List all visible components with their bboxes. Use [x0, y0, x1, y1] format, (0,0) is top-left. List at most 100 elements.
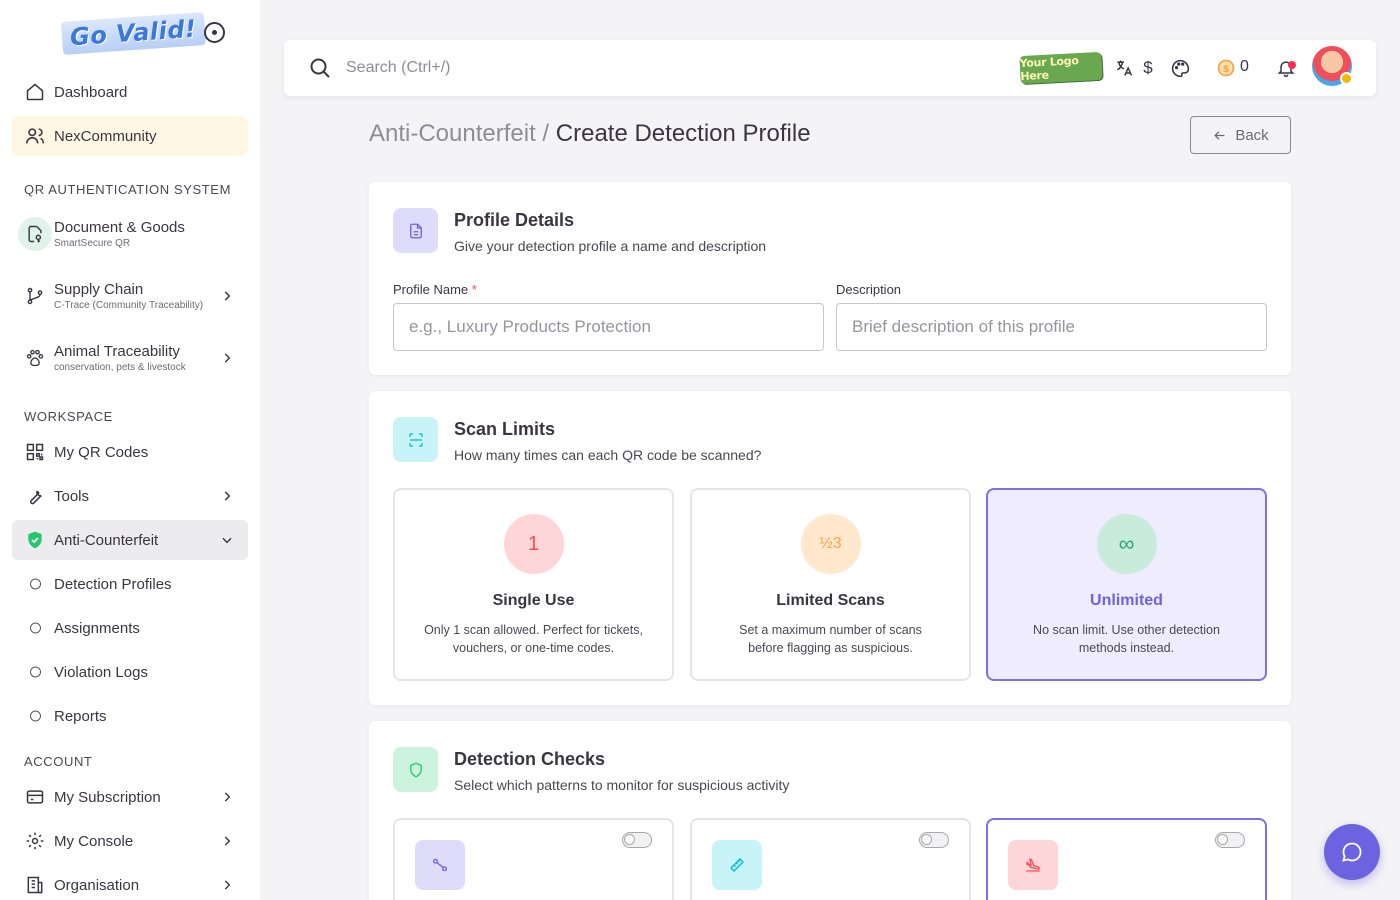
detection-check-ruler[interactable]	[690, 818, 971, 900]
chevron-right-icon	[224, 792, 231, 802]
shield-icon	[393, 747, 438, 792]
section-heading-account: ACCOUNT	[24, 754, 93, 769]
sidebar-item-label: Animal Traceability	[54, 342, 180, 360]
infinity-icon: ∞	[1096, 514, 1157, 574]
credit-card-icon	[24, 786, 46, 808]
users-icon	[24, 125, 46, 147]
scan-option-limited[interactable]: ½3 Limited Scans Set a maximum number of…	[690, 488, 971, 681]
breadcrumb[interactable]: Anti-Counterfeit /	[369, 120, 549, 147]
sidebar-item-sublabel: C-Trace (Community Traceability)	[54, 299, 204, 311]
verified-badge	[1340, 72, 1353, 85]
sidebar-item-label: Dashboard	[54, 83, 128, 101]
number-one-icon: 1	[503, 514, 564, 574]
currency-switcher[interactable]: $	[1136, 56, 1160, 80]
company-logo-placeholder[interactable]: Your Logo Here	[1019, 51, 1103, 85]
coin-balance: 0	[1240, 58, 1249, 75]
sidebar-item-sublabel: conservation, pets & livestock	[54, 361, 186, 373]
card-subtitle: Select which patterns to monitor for sus…	[454, 777, 790, 793]
toggle-knob	[921, 834, 932, 845]
sidebar-item-dashboard[interactable]: Dashboard	[12, 72, 248, 112]
sidebar-subitem-violation-logs[interactable]: Violation Logs	[12, 652, 248, 692]
sidebar-item-supply-chain[interactable]: Supply Chain C-Trace (Community Traceabi…	[12, 267, 248, 325]
brand-logo-text: Go Valid!	[69, 14, 198, 51]
search-input[interactable]	[346, 54, 746, 82]
circle-icon	[30, 622, 41, 634]
sidebar-subitem-label: Detection Profiles	[54, 575, 172, 593]
translate-icon[interactable]	[1112, 56, 1136, 80]
toggle-switch[interactable]	[622, 832, 652, 848]
profile-name-label-text: Profile Name	[393, 282, 469, 297]
sidebar-item-animal-traceability[interactable]: Animal Traceability conservation, pets &…	[12, 329, 248, 387]
coin-icon[interactable]: $	[1214, 56, 1238, 80]
search-icon[interactable]	[308, 56, 332, 80]
qr-code-icon	[24, 441, 46, 463]
sidebar-item-label: Document & Goods	[54, 218, 185, 236]
circle-icon	[30, 666, 41, 678]
branch-icon	[24, 285, 46, 307]
detection-check-travel[interactable]	[986, 818, 1267, 900]
chevron-right-icon	[224, 353, 231, 363]
option-title: Single Use	[492, 592, 575, 609]
sidebar-item-label: My Subscription	[54, 788, 161, 806]
option-symbol: 1	[527, 532, 540, 555]
card-title: Profile Details	[454, 210, 575, 230]
card-title: Scan Limits	[454, 419, 556, 439]
sidebar-item-document-goods[interactable]: Document & Goods SmartSecure QR	[12, 205, 248, 263]
sidebar-item-anti-counterfeit[interactable]: Anti-Counterfeit	[12, 520, 248, 560]
sidebar-subitem-reports[interactable]: Reports	[12, 696, 248, 736]
detection-checks-card: Detection Checks Select which patterns t…	[369, 721, 1291, 900]
option-description: Set a maximum number of scans before fla…	[739, 623, 922, 655]
brand-logo[interactable]: Go Valid!	[61, 11, 206, 55]
building-icon	[24, 874, 46, 896]
profile-name-input[interactable]	[393, 303, 824, 351]
scan-icon	[393, 417, 438, 462]
chevron-right-icon	[224, 491, 231, 501]
page-title: Anti-Counterfeit / Create Detection Prof…	[369, 120, 811, 148]
toggle-switch[interactable]	[919, 832, 949, 848]
shield-check-icon	[24, 529, 46, 551]
option-symbol: ∞	[1118, 531, 1135, 556]
numbers-icon: ½3	[800, 514, 861, 574]
scan-option-unlimited[interactable]: ∞ Unlimited No scan limit. Use other det…	[986, 488, 1267, 681]
chat-support-button[interactable]	[1324, 824, 1380, 880]
sidebar-item-organisation[interactable]: Organisation	[12, 865, 248, 900]
option-description: No scan limit. Use other detection metho…	[1033, 623, 1220, 655]
description-input[interactable]	[836, 303, 1267, 351]
chevron-down-icon	[222, 537, 232, 544]
svg-text:$: $	[1223, 64, 1230, 75]
plane-landing-icon	[1008, 840, 1058, 890]
sidebar-subitem-detection-profiles[interactable]: Detection Profiles	[12, 564, 248, 604]
back-button[interactable]: Back	[1190, 116, 1291, 154]
detection-check-location[interactable]	[393, 818, 674, 900]
sidebar-subitem-label: Assignments	[54, 619, 140, 637]
sidebar-item-community[interactable]: NexCommunity	[12, 116, 248, 156]
page-title-text: Create Detection Profile	[555, 120, 811, 147]
sidebar-item-my-console[interactable]: My Console	[12, 821, 248, 861]
scan-limits-card: Scan Limits How many times can each QR c…	[369, 391, 1291, 705]
route-icon	[415, 840, 465, 890]
chevron-right-icon	[224, 291, 231, 301]
sidebar-subitem-assignments[interactable]: Assignments	[12, 608, 248, 648]
palette-icon[interactable]	[1168, 56, 1192, 80]
toggle-switch[interactable]	[1215, 832, 1245, 848]
circle-icon	[30, 578, 41, 590]
sidebar-item-tools[interactable]: Tools	[12, 476, 248, 516]
document-icon	[393, 208, 438, 253]
sidebar-item-label: Tools	[54, 487, 90, 505]
chevron-right-icon	[224, 836, 231, 846]
document-key-icon	[18, 217, 52, 251]
gear-icon	[24, 830, 46, 852]
required-mark: *	[471, 282, 477, 297]
scan-option-single-use[interactable]: 1 Single Use Only 1 scan allowed. Perfec…	[393, 488, 674, 681]
sidebar-item-label: My Console	[54, 832, 134, 850]
sidebar-collapse-toggle[interactable]	[204, 22, 225, 43]
section-heading-workspace: WORKSPACE	[24, 409, 113, 424]
arrow-left-icon	[1214, 130, 1225, 140]
sidebar-item-my-qr-codes[interactable]: My QR Codes	[12, 432, 248, 472]
option-title: Limited Scans	[776, 592, 885, 609]
toggle-knob	[1217, 834, 1228, 845]
sidebar-nav: Dashboard NexCommunity QR AUTHENTICATION…	[0, 72, 260, 900]
sidebar-item-my-subscription[interactable]: My Subscription	[12, 777, 248, 817]
home-icon	[24, 81, 46, 103]
option-description: Only 1 scan allowed. Perfect for tickets…	[424, 623, 643, 655]
